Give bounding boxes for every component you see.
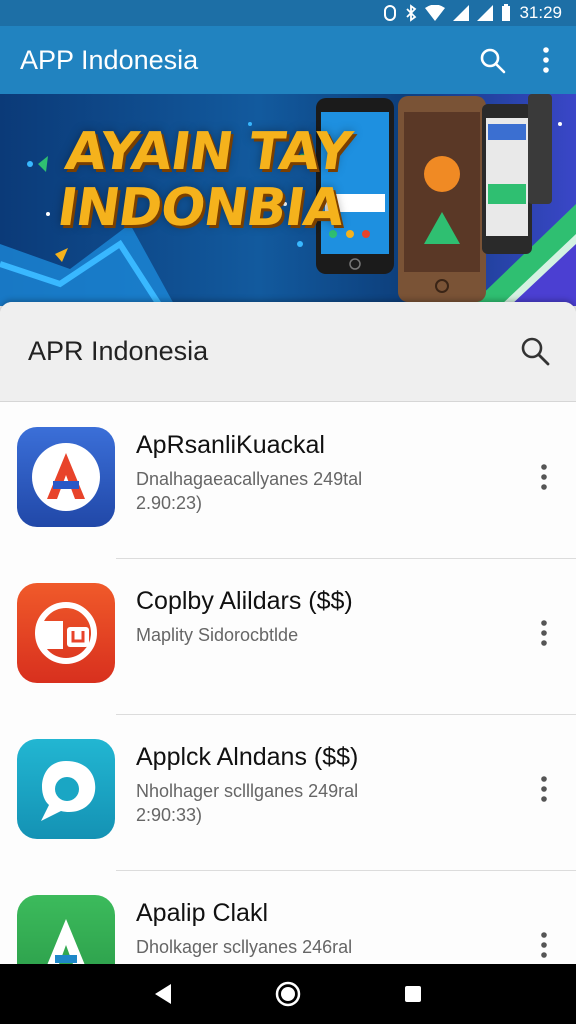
more-vert-icon [543, 47, 549, 73]
app-list-sheet: APR Indonesia ApRsanliKuackal Dnalhagaea… [0, 302, 576, 964]
app-name: Applck Alndans ($$) [136, 743, 359, 771]
item-menu-button[interactable] [532, 929, 556, 961]
search-icon [521, 337, 550, 366]
back-button[interactable] [143, 974, 183, 1014]
app-sub-line: 2:90:33) [136, 805, 203, 825]
alarm-icon [383, 4, 397, 22]
app-name: Apalip Clakl [136, 899, 269, 927]
list-item[interactable]: Coplby Alildars ($$) Maplity Sidorocbtld… [0, 559, 576, 715]
app-icon [17, 427, 115, 527]
search-icon [480, 48, 506, 74]
more-vert-icon [541, 620, 547, 646]
green-a-icon [47, 919, 85, 964]
recents-icon [405, 986, 422, 1002]
item-menu-button[interactable] [532, 617, 556, 649]
signal-icon [453, 5, 470, 21]
app-sub-line: 2.90:23) [136, 493, 203, 513]
more-vert-icon [541, 932, 547, 958]
item-menu-button[interactable] [532, 773, 556, 805]
app-icon [17, 739, 115, 839]
app-name: Coplby Alildars ($$) [136, 587, 353, 615]
app-name: ApRsanliKuackal [136, 431, 325, 459]
bluetooth-icon [405, 4, 417, 22]
sheet-search-button[interactable] [518, 334, 552, 368]
app-sub-line: Maplity Sidorocbtlde [136, 625, 299, 645]
more-vert-icon [541, 464, 547, 490]
app-sub-line: Dnalhagaeacallyanes 249tal [136, 469, 363, 489]
banner-line-2: INDONBIA [53, 178, 348, 238]
app-icon [17, 583, 115, 683]
item-menu-button[interactable] [532, 461, 556, 493]
more-vert-icon [541, 776, 547, 802]
back-icon [154, 984, 171, 1004]
list-item[interactable]: Apalip Clakl Dholkager scllyanes 246ral [0, 871, 576, 964]
sheet-title: APR Indonesia [28, 336, 209, 366]
sheet-header: APR Indonesia [0, 302, 576, 402]
banner-headline: AYAIN TAY INDONBIA [53, 122, 355, 238]
app-description: Dnalhagaeacallyanes 249tal 2.90:23) [136, 467, 362, 515]
app-bar: APP Indonesia [0, 26, 576, 94]
app-description: Maplity Sidorocbtlde [136, 623, 298, 647]
app-list: ApRsanliKuackal Dnalhagaeacallyanes 249t… [0, 403, 576, 964]
app-sub-line: Dholkager scllyanes 246ral [136, 937, 353, 957]
battery-level-icon [501, 4, 511, 22]
recents-button[interactable] [393, 974, 433, 1014]
app-description: Dholkager scllyanes 246ral [136, 935, 352, 959]
app-description: Nholhager sclllganes 249ral 2:90:33) [136, 779, 358, 827]
status-bar: 31:29 [0, 0, 576, 26]
wifi-icon [425, 5, 446, 21]
red-cup-icon [35, 602, 97, 664]
battery-icon [477, 5, 494, 21]
speech-bubble-icon [41, 761, 96, 821]
app-icon [17, 895, 115, 964]
app-title: APP Indonesia [20, 44, 199, 75]
search-button[interactable] [476, 44, 508, 76]
home-button[interactable] [268, 974, 308, 1014]
status-time: 31:29 [519, 3, 562, 22]
promo-banner[interactable]: AYAIN TAY INDONBIA [0, 94, 576, 306]
list-item[interactable]: ApRsanliKuackal Dnalhagaeacallyanes 249t… [0, 403, 576, 559]
banner-line-1: AYAIN TAY [61, 122, 355, 182]
home-icon [275, 981, 301, 1007]
orange-a-icon [32, 443, 100, 511]
system-nav-bar [0, 964, 576, 1024]
list-item[interactable]: Applck Alndans ($$) Nholhager sclllganes… [0, 715, 576, 871]
app-sub-line: Nholhager sclllganes 249ral [136, 781, 359, 801]
overflow-menu-button[interactable] [530, 44, 562, 76]
